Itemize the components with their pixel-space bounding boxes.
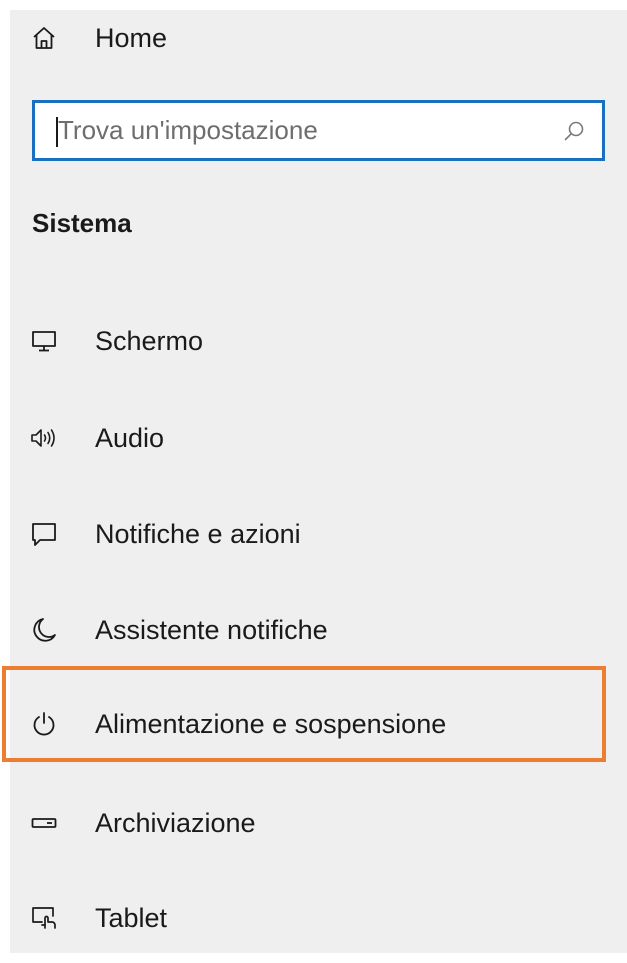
home-nav-item[interactable]: Home bbox=[10, 3, 627, 73]
search-icon[interactable] bbox=[562, 119, 586, 143]
notification-icon bbox=[30, 520, 58, 548]
menu-item-label: Audio bbox=[95, 423, 165, 453]
menu-item-schermo[interactable]: Schermo bbox=[10, 306, 627, 376]
settings-sidebar: Home Sistema Schermo bbox=[10, 10, 627, 953]
search-input[interactable] bbox=[58, 103, 548, 158]
section-title: Sistema bbox=[32, 208, 132, 238]
search-box[interactable] bbox=[32, 100, 605, 161]
menu-item-assistente-notifiche[interactable]: Assistente notifiche bbox=[10, 595, 627, 665]
home-label: Home bbox=[95, 23, 168, 53]
menu-item-label: Alimentazione e sospensione bbox=[95, 709, 447, 739]
tablet-mode-icon bbox=[30, 904, 58, 932]
menu-item-audio[interactable]: Audio bbox=[10, 403, 627, 473]
home-icon bbox=[30, 24, 58, 52]
menu-item-label: Archiviazione bbox=[95, 808, 256, 838]
menu-item-label: Tablet bbox=[95, 903, 168, 933]
menu-item-archiviazione[interactable]: Archiviazione bbox=[10, 788, 627, 858]
power-icon bbox=[30, 710, 58, 738]
storage-drive-icon bbox=[30, 809, 58, 837]
menu-item-tablet[interactable]: Tablet bbox=[10, 883, 627, 953]
speaker-icon bbox=[30, 424, 58, 452]
monitor-icon bbox=[30, 327, 58, 355]
menu-item-label: Schermo bbox=[95, 326, 204, 356]
menu-item-label: Assistente notifiche bbox=[95, 615, 328, 645]
menu-item-notifiche-e-azioni[interactable]: Notifiche e azioni bbox=[10, 499, 627, 569]
menu-item-label: Notifiche e azioni bbox=[95, 519, 301, 549]
menu-item-alimentazione-e-sospensione[interactable]: Alimentazione e sospensione bbox=[10, 689, 627, 759]
moon-icon bbox=[30, 616, 58, 644]
